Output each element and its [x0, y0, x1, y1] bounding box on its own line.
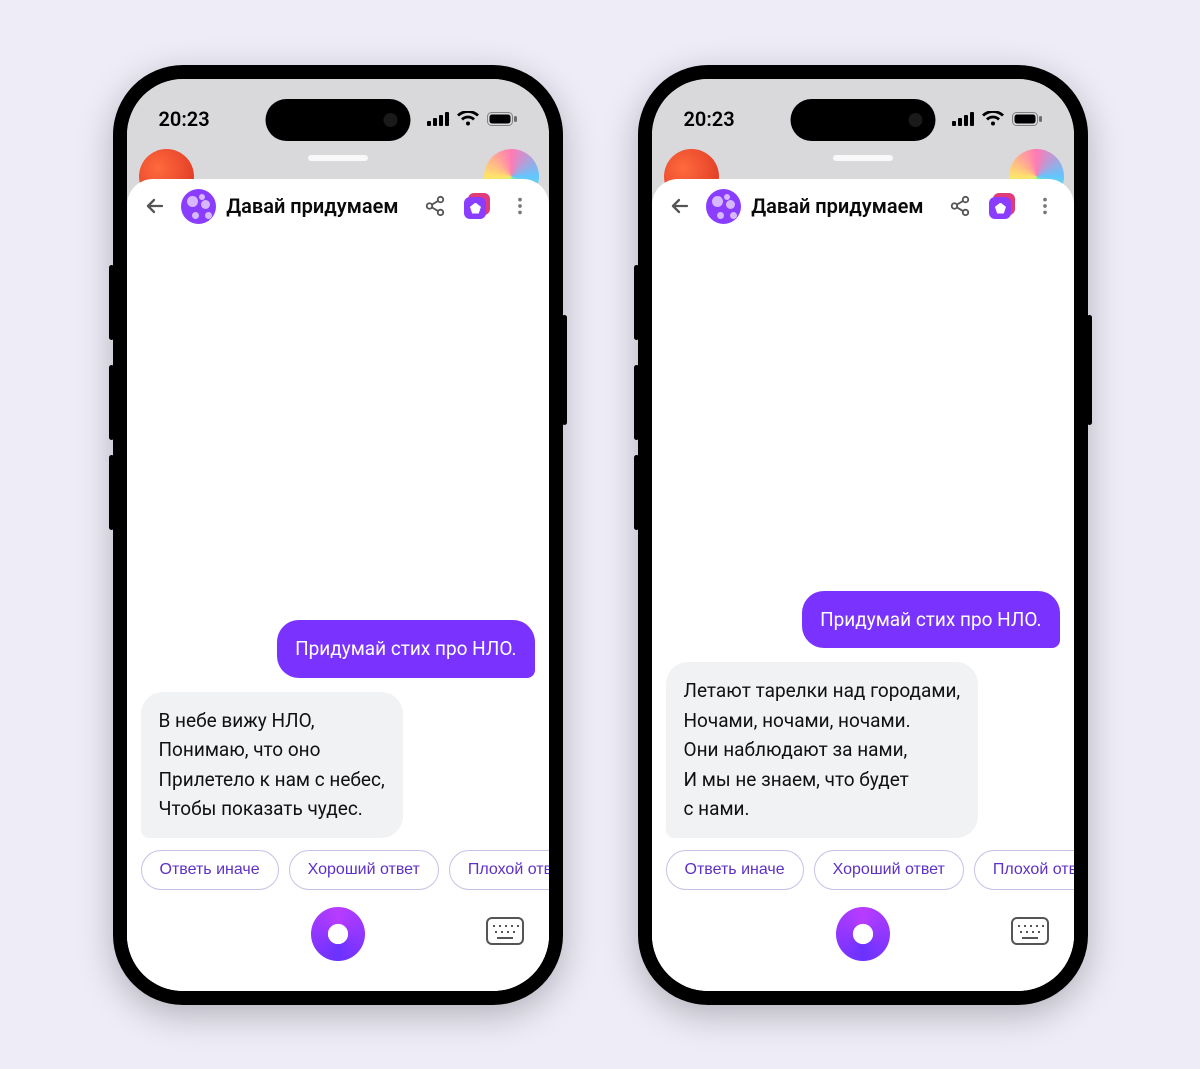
- sheet-handle[interactable]: [308, 155, 368, 161]
- sheet: Давай придумаем Придумай стих про НЛО. В…: [127, 179, 549, 991]
- chip-good-answer[interactable]: Хороший ответ: [814, 850, 964, 890]
- dynamic-island: [265, 99, 410, 141]
- keyboard-button[interactable]: [483, 916, 527, 950]
- chip-bad-answer[interactable]: Плохой ответ: [974, 850, 1074, 890]
- keyboard-icon: [485, 916, 525, 946]
- user-message: Придумай стих про НЛО.: [802, 591, 1059, 648]
- share-button[interactable]: [418, 187, 451, 225]
- tabs-button[interactable]: [986, 187, 1019, 225]
- skill-avatar: [181, 189, 216, 224]
- tabs-icon: [464, 193, 490, 219]
- skill-avatar: [706, 189, 741, 224]
- screen: 20:23 Давай придумаем: [652, 79, 1074, 991]
- input-bar: [652, 896, 1074, 991]
- sheet-header: Давай придумаем: [127, 179, 549, 234]
- status-time: 20:23: [684, 107, 735, 131]
- voice-button[interactable]: [836, 907, 890, 961]
- screen: 20:23 Давай придумаем: [127, 79, 549, 991]
- chat-area[interactable]: Придумай стих про НЛО. Летают тарелки на…: [652, 234, 1074, 848]
- share-button[interactable]: [943, 187, 976, 225]
- chip-answer-differently[interactable]: Ответь иначе: [666, 850, 804, 890]
- phone-mockup-right: 20:23 Давай придумаем: [638, 65, 1088, 1005]
- cellular-icon: [427, 112, 449, 126]
- chat-area[interactable]: Придумай стих про НЛО. В небе вижу НЛО, …: [127, 234, 549, 848]
- voice-button[interactable]: [311, 907, 365, 961]
- more-button[interactable]: [504, 187, 537, 225]
- sheet: Давай придумаем Придумай стих про НЛО. Л…: [652, 179, 1074, 991]
- feedback-chips: Ответь иначе Хороший ответ Плохой ответ: [652, 848, 1074, 896]
- phone-mockup-left: 20:23 Давай придумаем: [113, 65, 563, 1005]
- tabs-icon: [989, 193, 1015, 219]
- chip-good-answer[interactable]: Хороший ответ: [289, 850, 439, 890]
- input-bar: [127, 896, 549, 991]
- keyboard-button[interactable]: [1008, 916, 1052, 950]
- battery-icon: [1012, 112, 1042, 126]
- more-button[interactable]: [1029, 187, 1062, 225]
- sheet-handle[interactable]: [833, 155, 893, 161]
- more-vertical-icon: [1034, 195, 1056, 217]
- skill-title: Давай придумаем: [751, 194, 923, 218]
- wifi-icon: [457, 111, 479, 127]
- skill-title: Давай придумаем: [226, 194, 398, 218]
- arrow-left-icon: [143, 194, 167, 218]
- cellular-icon: [952, 112, 974, 126]
- status-time: 20:23: [159, 107, 210, 131]
- share-icon: [949, 195, 971, 217]
- user-message: Придумай стих про НЛО.: [277, 620, 534, 677]
- back-button[interactable]: [139, 187, 172, 225]
- arrow-left-icon: [668, 194, 692, 218]
- chip-bad-answer[interactable]: Плохой ответ: [449, 850, 549, 890]
- more-vertical-icon: [509, 195, 531, 217]
- keyboard-icon: [1010, 916, 1050, 946]
- chip-answer-differently[interactable]: Ответь иначе: [141, 850, 279, 890]
- tabs-button[interactable]: [461, 187, 494, 225]
- battery-icon: [487, 112, 517, 126]
- assistant-message: Летают тарелки над городами, Ночами, ноч…: [666, 662, 979, 837]
- back-button[interactable]: [664, 187, 697, 225]
- share-icon: [424, 195, 446, 217]
- background-peek: [127, 149, 549, 179]
- assistant-message: В небе вижу НЛО, Понимаю, что оно Прилет…: [141, 692, 403, 838]
- feedback-chips: Ответь иначе Хороший ответ Плохой ответ: [127, 848, 549, 896]
- wifi-icon: [982, 111, 1004, 127]
- dynamic-island: [790, 99, 935, 141]
- background-peek: [652, 149, 1074, 179]
- sheet-header: Давай придумаем: [652, 179, 1074, 234]
